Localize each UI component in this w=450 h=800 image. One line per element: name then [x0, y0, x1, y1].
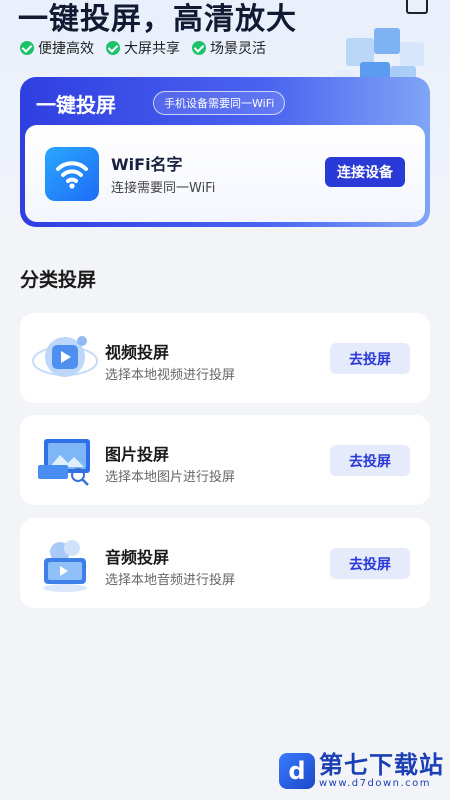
wifi-icon: [45, 147, 99, 201]
main-card-title: 一键投屏: [36, 93, 116, 117]
wifi-panel: WiFi名字 连接需要同一WiFi 连接设备: [25, 125, 425, 222]
category-description: 选择本地音频进行投屏: [105, 573, 236, 588]
cast-image-button[interactable]: 去投屏: [330, 445, 410, 476]
wifi-requirement-note: 手机设备需要同一WiFi: [153, 91, 286, 115]
watermark-url: www.d7down.com: [319, 778, 432, 789]
feature-item: 便捷高效: [20, 38, 94, 58]
category-description: 选择本地图片进行投屏: [105, 470, 236, 485]
watermark: d 第七下载站 www.d7down.com: [279, 752, 444, 789]
feature-item: 大屏共享: [106, 38, 180, 58]
check-icon: [20, 41, 34, 55]
video-illustration-icon: [30, 323, 100, 393]
wifi-name: WiFi名字: [111, 155, 183, 174]
check-icon: [192, 41, 206, 55]
one-click-cast-card: 一键投屏 手机设备需要同一WiFi WiFi名字 连接需要同一WiFi 连接设备: [20, 77, 430, 227]
feature-label: 场景灵活: [210, 41, 266, 57]
feature-item: 场景灵活: [192, 38, 266, 58]
watermark-name: 第七下载站: [319, 751, 444, 779]
category-name: 视频投屏: [105, 343, 170, 362]
cast-video-button[interactable]: 去投屏: [330, 343, 410, 374]
watermark-logo: d: [279, 752, 315, 789]
category-name: 音频投屏: [105, 548, 170, 567]
feature-label: 大屏共享: [124, 41, 180, 57]
hero-title: 一键投屏，高清放大: [18, 2, 297, 37]
audio-illustration-icon: [30, 528, 100, 598]
category-section-title: 分类投屏: [20, 269, 97, 291]
edit-icon[interactable]: [406, 0, 428, 14]
cast-audio-button[interactable]: 去投屏: [330, 548, 410, 579]
category-name: 图片投屏: [105, 445, 170, 464]
feature-list: 便捷高效 大屏共享 场景灵活: [20, 38, 266, 58]
category-card-image[interactable]: 图片投屏 选择本地图片进行投屏 去投屏: [20, 415, 430, 505]
image-illustration-icon: [30, 425, 100, 495]
wifi-subtitle: 连接需要同一WiFi: [111, 181, 216, 196]
feature-label: 便捷高效: [38, 41, 94, 57]
connect-device-button[interactable]: 连接设备: [325, 157, 405, 187]
watermark-text: 第七下载站 www.d7down.com: [319, 752, 444, 789]
category-card-audio[interactable]: 音频投屏 选择本地音频进行投屏 去投屏: [20, 518, 430, 608]
check-icon: [106, 41, 120, 55]
category-card-video[interactable]: 视频投屏 选择本地视频进行投屏 去投屏: [20, 313, 430, 403]
category-description: 选择本地视频进行投屏: [105, 368, 236, 383]
